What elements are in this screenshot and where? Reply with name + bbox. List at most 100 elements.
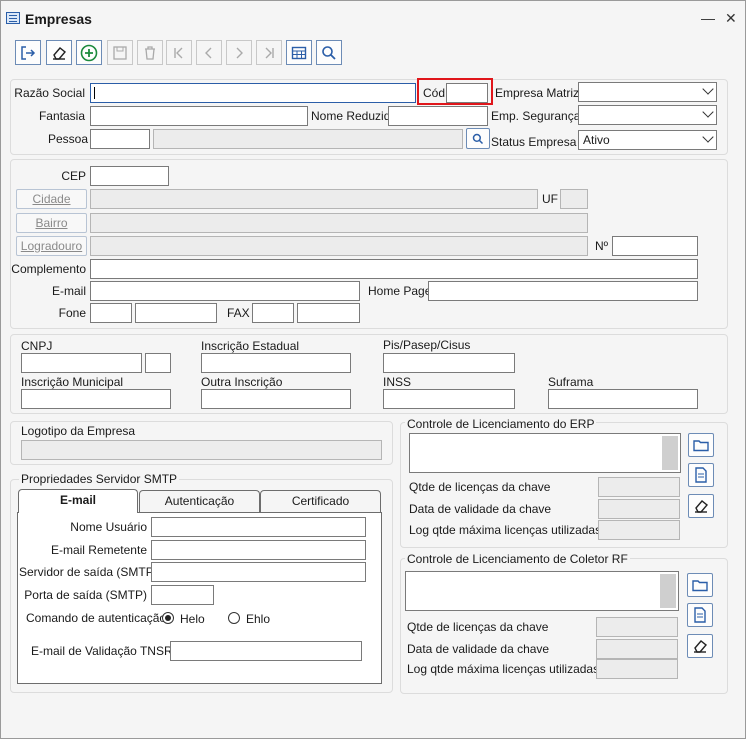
pis-label: Pis/Pasep/Cisus (383, 338, 471, 352)
fantasia-input[interactable] (90, 106, 308, 126)
coletor-open-file-button[interactable] (687, 573, 713, 597)
home-page-input[interactable] (428, 281, 698, 301)
fantasia-label: Fantasia (38, 109, 85, 123)
grid-icon (291, 46, 307, 59)
exit-button[interactable] (15, 40, 41, 65)
uf-input (560, 189, 588, 209)
status-empresa-select[interactable]: Ativo (578, 130, 717, 150)
porta-saida-input[interactable] (151, 585, 214, 605)
nome-reduzido-input[interactable] (388, 106, 488, 126)
add-button[interactable] (76, 40, 102, 65)
grid-view-button[interactable] (286, 40, 312, 65)
fone-number-input[interactable] (135, 303, 217, 323)
logradouro-link-button[interactable]: Logradouro (16, 236, 87, 256)
empresa-matriz-select[interactable] (578, 82, 717, 102)
eraser-icon (694, 640, 708, 653)
pis-input[interactable] (383, 353, 515, 373)
razao-social-label: Razão Social (14, 86, 85, 100)
uf-label: UF (542, 192, 558, 206)
erp-validade-label: Data de validade da chave (409, 502, 552, 516)
coletor-qtde-label: Qtde de licenças da chave (407, 620, 549, 634)
home-page-label: Home Page (368, 284, 432, 298)
fax-ddd-input[interactable] (252, 303, 294, 323)
coletor-clear-button[interactable] (687, 634, 713, 658)
razao-social-input[interactable] (90, 83, 416, 103)
next-icon (236, 47, 243, 58)
helo-radio[interactable] (162, 612, 174, 624)
erp-key-textarea[interactable] (409, 433, 681, 473)
next-record-button[interactable] (226, 40, 252, 65)
exit-icon (21, 45, 36, 60)
nome-usuario-input[interactable] (151, 517, 366, 537)
suframa-label: Suframa (548, 375, 594, 389)
status-empresa-value: Ativo (583, 133, 610, 147)
servidor-saida-label: Servidor de saída (SMTP) (19, 565, 158, 579)
erp-qtde-input (598, 477, 680, 497)
eraser-icon (695, 500, 709, 513)
erp-clear-button[interactable] (688, 494, 714, 518)
erp-view-document-button[interactable] (688, 463, 714, 487)
document-icon (695, 467, 707, 483)
coletor-group-title: Controle de Licenciamento de Coletor RF (405, 552, 630, 566)
email-remetente-input[interactable] (151, 540, 366, 560)
search-button[interactable] (316, 40, 342, 65)
minimize-button[interactable]: — (701, 10, 715, 26)
emp-seguranca-select[interactable] (578, 105, 717, 125)
window-title: Empresas (25, 11, 92, 27)
outra-inscricao-label: Outra Inscrição (201, 375, 283, 389)
fone-ddd-input[interactable] (90, 303, 132, 323)
servidor-saida-input[interactable] (151, 562, 366, 582)
coletor-validade-label: Data de validade da chave (407, 642, 550, 656)
pessoa-search-button[interactable] (466, 128, 490, 149)
outra-inscricao-input[interactable] (201, 389, 351, 409)
erp-open-file-button[interactable] (688, 433, 714, 457)
erp-key-scrollbar[interactable] (662, 436, 678, 470)
inscricao-municipal-input[interactable] (21, 389, 171, 409)
last-record-button[interactable] (256, 40, 282, 65)
save-button[interactable] (107, 40, 133, 65)
inss-input[interactable] (383, 389, 515, 409)
coletor-key-scrollbar[interactable] (660, 574, 676, 608)
first-record-button[interactable] (166, 40, 192, 65)
close-button[interactable]: ✕ (725, 10, 737, 27)
erp-validade-input (598, 499, 680, 519)
pessoa-label: Pessoa (47, 132, 88, 146)
cnpj-input[interactable] (21, 353, 142, 373)
eraser-icon (53, 46, 67, 60)
delete-icon (145, 45, 155, 60)
cidade-link-button[interactable]: Cidade (16, 189, 87, 209)
previous-record-button[interactable] (196, 40, 222, 65)
cep-input[interactable] (90, 166, 169, 186)
fax-number-input[interactable] (297, 303, 360, 323)
helo-label: Helo (180, 612, 205, 626)
clear-button[interactable] (46, 40, 72, 65)
cnpj-digit-input[interactable] (145, 353, 171, 373)
delete-button[interactable] (137, 40, 163, 65)
coletor-key-textarea[interactable] (405, 571, 679, 611)
bairro-link-button[interactable]: Bairro (16, 213, 87, 233)
tab-certificado[interactable]: Certificado (260, 490, 381, 512)
inscricao-estadual-input[interactable] (201, 353, 351, 373)
complemento-label: Complemento (11, 262, 86, 276)
logradouro-input (90, 236, 588, 256)
email-validacao-input[interactable] (170, 641, 362, 661)
suframa-input[interactable] (548, 389, 698, 409)
complemento-input[interactable] (90, 259, 698, 279)
coletor-log-input (596, 659, 678, 679)
nome-usuario-label: Nome Usuário (70, 520, 147, 534)
numero-input[interactable] (612, 236, 698, 256)
porta-saida-label: Porta de saída (SMTP) (24, 588, 147, 602)
tab-autenticacao[interactable]: Autenticação (139, 490, 260, 512)
ehlo-radio[interactable] (228, 612, 240, 624)
first-icon (174, 47, 183, 58)
coletor-validade-input (596, 639, 678, 659)
cod-highlight-box (417, 78, 493, 105)
tab-email[interactable]: E-mail (18, 489, 138, 513)
emp-seguranca-label: Emp. Segurança (491, 109, 581, 123)
cep-label: CEP (61, 169, 86, 183)
search-icon (322, 45, 336, 60)
coletor-view-document-button[interactable] (687, 603, 713, 627)
pessoa-name-input (153, 129, 463, 149)
email-input[interactable] (90, 281, 360, 301)
pessoa-code-input[interactable] (90, 129, 150, 149)
